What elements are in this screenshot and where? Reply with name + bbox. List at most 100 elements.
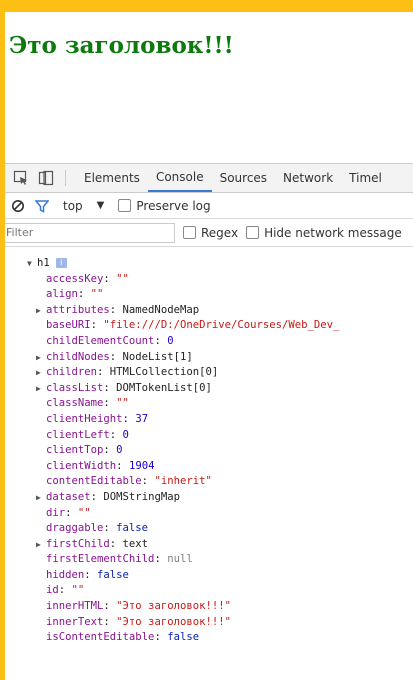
tab-network[interactable]: Network: [275, 164, 341, 192]
expand-triangle-icon[interactable]: ▶: [36, 490, 46, 506]
context-selector[interactable]: top: [63, 199, 83, 213]
preserve-log-checkbox[interactable]: [118, 199, 132, 212]
devtools-panel: Elements Console Sources Network Timel t…: [5, 163, 413, 680]
property-colon: :: [103, 444, 117, 457]
tree-property-row: childElementCount: 0: [5, 334, 413, 350]
tree-property-row: isContentEditable: false: [5, 630, 413, 646]
property-value: 0: [122, 428, 129, 441]
property-colon: :: [103, 381, 117, 394]
tree-property-row[interactable]: ▶ attributes: NamedNodeMap: [5, 303, 413, 319]
tree-property-row: baseURI: "file:///D:/OneDrive/Courses/We…: [5, 318, 413, 334]
property-value: 37: [135, 412, 149, 425]
property-colon: :: [141, 475, 155, 488]
property-value: 1904: [128, 459, 155, 472]
tree-property-row: accessKey: "": [5, 272, 413, 288]
property-colon: :: [116, 459, 129, 472]
property-value: "inherit": [154, 475, 212, 488]
property-key: baseURI: [46, 319, 91, 332]
property-colon: :: [109, 537, 123, 550]
property-value: 0: [167, 334, 174, 347]
tab-console[interactable]: Console: [147, 164, 212, 192]
property-value: null: [167, 553, 193, 566]
preserve-log-option[interactable]: Preserve log: [118, 199, 211, 213]
property-value: false: [116, 522, 149, 535]
tree-property-row: contentEditable: "inherit": [5, 474, 413, 490]
tree-property-row: draggable: false: [5, 521, 413, 537]
filter-funnel-icon[interactable]: [35, 199, 49, 213]
property-colon: :: [84, 568, 98, 581]
tab-elements[interactable]: Elements: [76, 164, 148, 192]
regex-checkbox[interactable]: [183, 226, 196, 239]
property-value: "": [116, 272, 129, 285]
property-key: innerText: [46, 615, 104, 628]
hide-network-label: Hide network message: [264, 225, 402, 240]
property-key: childNodes: [46, 350, 110, 363]
expand-triangle-icon[interactable]: ▶: [36, 381, 46, 397]
tree-property-row[interactable]: ▶ classList: DOMTokenList[0]: [5, 381, 413, 397]
object-tree: ▼ h1 i accessKey: "" align: "" ▶ attributes: …: [5, 247, 413, 646]
clear-console-icon[interactable]: [11, 199, 25, 213]
tree-property-row: dir: "": [5, 506, 413, 522]
expand-triangle-icon[interactable]: ▶: [36, 365, 46, 381]
property-colon: :: [90, 490, 104, 503]
tree-property-row: firstElementChild: null: [5, 552, 413, 568]
property-colon: :: [154, 553, 168, 566]
property-colon: :: [109, 303, 123, 316]
console-toolbar: top ▼ Preserve log: [5, 193, 413, 219]
property-colon: :: [103, 600, 117, 613]
property-value: false: [167, 631, 200, 644]
property-colon: :: [77, 288, 91, 301]
inspect-element-icon[interactable]: [12, 169, 30, 187]
tab-sources[interactable]: Sources: [212, 164, 275, 192]
property-key: clientWidth: [46, 459, 117, 472]
property-value: "Это заголовок!!!": [116, 615, 231, 628]
property-value: DOMTokenList[0]: [116, 381, 212, 394]
toolbar-separator: [65, 170, 66, 186]
property-value: "": [90, 288, 104, 301]
property-key: childElementCount: [46, 334, 155, 347]
filter-bar: Regex Hide network message: [5, 219, 413, 247]
property-value: "Это заголовок!!!": [116, 600, 231, 613]
tree-property-row: id: "": [5, 583, 413, 599]
hide-network-checkbox[interactable]: [246, 226, 260, 239]
tab-timeline[interactable]: Timel: [341, 164, 390, 192]
property-value: NodeList[1]: [122, 350, 193, 363]
property-key: draggable: [46, 522, 104, 535]
property-colon: :: [65, 506, 78, 519]
tree-property-row: clientLeft: 0: [5, 428, 413, 444]
property-key: attributes: [46, 303, 110, 316]
tree-root-row[interactable]: ▼ h1 i: [5, 256, 413, 272]
expand-triangle-icon[interactable]: ▶: [36, 303, 46, 319]
property-key: clientLeft: [46, 428, 110, 441]
info-icon[interactable]: i: [55, 258, 67, 268]
property-key: firstChild: [46, 537, 110, 550]
property-key: firstElementChild: [46, 553, 155, 566]
property-colon: :: [122, 412, 136, 425]
tree-property-row: innerHTML: "Это заголовок!!!": [5, 599, 413, 615]
tree-property-row[interactable]: ▶ firstChild: text: [5, 537, 413, 553]
device-toolbar-icon[interactable]: [37, 169, 55, 187]
property-colon: :: [103, 272, 117, 285]
property-value: NamedNodeMap: [122, 303, 200, 316]
expand-triangle-icon[interactable]: ▶: [36, 350, 46, 366]
tree-property-row: innerText: "Это заголовок!!!": [5, 615, 413, 631]
tree-property-row[interactable]: ▶ children: HTMLCollection[0]: [5, 365, 413, 381]
property-key: id: [46, 584, 59, 597]
tree-property-row: className: "": [5, 396, 413, 412]
regex-option[interactable]: Regex: [183, 226, 238, 240]
tree-property-row[interactable]: ▶ dataset: DOMStringMap: [5, 490, 413, 506]
property-colon: :: [109, 428, 123, 441]
filter-input[interactable]: [5, 222, 175, 243]
property-key: clientHeight: [46, 412, 123, 425]
chevron-down-icon[interactable]: ▼: [97, 200, 105, 211]
property-colon: :: [97, 366, 110, 379]
property-key: isContentEditable: [46, 631, 155, 644]
expand-triangle-icon[interactable]: ▶: [36, 537, 46, 553]
collapse-triangle-icon[interactable]: ▼: [27, 256, 37, 272]
tree-root-label: h1: [37, 257, 50, 269]
property-key: align: [46, 288, 78, 301]
tree-property-row: clientTop: 0: [5, 443, 413, 459]
tree-property-row[interactable]: ▶ childNodes: NodeList[1]: [5, 350, 413, 366]
hide-network-option[interactable]: Hide network message: [246, 226, 402, 240]
tree-property-row: clientHeight: 37: [5, 412, 413, 428]
